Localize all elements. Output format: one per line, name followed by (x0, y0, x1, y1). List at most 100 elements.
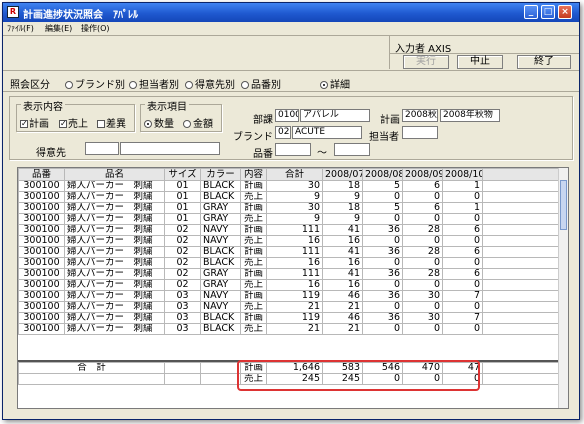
minimize-icon[interactable]: _ (524, 5, 538, 19)
table-cell: 16 (322, 279, 363, 291)
column-header[interactable]: 2008/08 (362, 168, 403, 181)
table-cell: 300100 (18, 235, 65, 247)
radio-customer[interactable]: 得意先別 (185, 76, 235, 91)
maximize-icon[interactable]: □ (541, 5, 555, 19)
column-header[interactable]: サイズ (164, 168, 201, 181)
grid-scrollbar[interactable] (558, 168, 568, 408)
column-header[interactable]: 2008/10 (442, 168, 483, 181)
table-row[interactable]: 300100 婦人パーカー 刺繍 03 BLACK 計画 119 46 36 30 7 (18, 312, 561, 324)
table-cell: 0 (362, 191, 403, 203)
table-cell: BLACK (200, 323, 241, 335)
table-cell: 21 (322, 323, 363, 335)
check-diff[interactable]: 差異 (97, 115, 126, 130)
table-cell: 02 (164, 235, 201, 247)
run-button[interactable]: 実行 (403, 55, 449, 69)
manager-field[interactable] (402, 126, 438, 139)
table-row[interactable]: 300100 婦人パーカー 刺繍 01 GRAY 計画 30 18 5 6 1 (18, 202, 561, 214)
table-row[interactable]: 300100 婦人パーカー 刺繍 01 BLACK 売上 9 9 0 0 0 (18, 191, 561, 203)
table-row[interactable]: 300100 婦人パーカー 刺繍 03 NAVY 売上 21 21 0 0 0 (18, 301, 561, 313)
table-cell-filler (482, 180, 561, 192)
table-row[interactable]: 300100 婦人パーカー 刺繍 02 GRAY 計画 111 41 36 28 6 (18, 268, 561, 280)
table-cell: 計画 (240, 268, 267, 280)
title-bar[interactable]: R 計画進捗状況照会 ｱﾊﾟﾚﾙ _ □ × (3, 3, 579, 22)
filter-bottom-line (3, 91, 579, 92)
table-cell (200, 362, 242, 374)
table-row[interactable]: 300100 婦人パーカー 刺繍 02 NAVY 計画 111 41 36 28 6 (18, 224, 561, 236)
radio-icon (185, 81, 193, 89)
table-row[interactable]: 300100 婦人パーカー 刺繍 01 GRAY 売上 9 9 0 0 0 (18, 213, 561, 225)
radio-icon (129, 81, 137, 89)
table-cell: 婦人パーカー 刺繍 (64, 235, 165, 247)
table-row[interactable]: 300100 婦人パーカー 刺繍 02 NAVY 売上 16 16 0 0 0 (18, 235, 561, 247)
column-header[interactable]: 品名 (64, 168, 165, 181)
table-cell: 0 (362, 323, 403, 335)
scrollbar-thumb[interactable] (560, 180, 567, 230)
table-cell-filler (482, 279, 561, 291)
dept-code-field[interactable]: 0100 (275, 109, 299, 122)
table-row[interactable]: 300100 婦人パーカー 刺繍 02 BLACK 計画 111 41 36 28 6 (18, 246, 561, 258)
column-header[interactable]: 合計 (266, 168, 323, 181)
total-cell: 47 (442, 362, 484, 374)
check-plan[interactable]: ✓計画 (20, 115, 49, 130)
table-cell: 111 (266, 224, 323, 236)
radio-item[interactable]: 品番別 (241, 76, 281, 91)
table-cell: 0 (442, 235, 483, 247)
menu-file[interactable]: ﾌｧｲﾙ(F) (7, 23, 34, 34)
table-row[interactable]: 300100 婦人パーカー 刺繍 02 BLACK 売上 16 16 0 0 0 (18, 257, 561, 269)
table-cell: 婦人パーカー 刺繍 (64, 268, 165, 280)
table-cell: 36 (362, 312, 403, 324)
table-cell: BLACK (200, 312, 241, 324)
check-plan-label: 計画 (29, 119, 49, 130)
table-cell: BLACK (200, 191, 241, 203)
table-row[interactable]: 300100 婦人パーカー 刺繍 03 BLACK 売上 21 21 0 0 0 (18, 323, 561, 335)
table-cell: 36 (362, 268, 403, 280)
check-sales[interactable]: ✓売上 (59, 115, 88, 130)
table-cell: 婦人パーカー 刺繍 (64, 257, 165, 269)
column-header[interactable]: 内容 (240, 168, 267, 181)
radio-detail[interactable]: 詳細 (320, 76, 350, 91)
radio-amount[interactable]: 金額 (183, 115, 213, 130)
window-title: 計画進捗状況照会 ｱﾊﾟﾚﾙ (23, 10, 138, 21)
table-row[interactable]: 300100 婦人パーカー 刺繍 02 GRAY 売上 16 16 0 0 0 (18, 279, 561, 291)
close-icon[interactable]: × (558, 5, 572, 19)
customer-name-field[interactable] (120, 142, 220, 155)
table-cell: 売上 (240, 323, 267, 335)
total-cell: 583 (322, 362, 364, 374)
table-cell: 111 (266, 268, 323, 280)
plan-code-field[interactable]: 2008秋 (402, 109, 438, 122)
dept-name-field: アパレル (300, 109, 370, 122)
menu-edit[interactable]: 編集(E) (45, 23, 72, 34)
table-cell: 18 (322, 180, 363, 192)
table-cell: 119 (266, 312, 323, 324)
brand-code-field[interactable]: 02 (275, 126, 291, 139)
radio-selected-icon (320, 81, 328, 89)
customer-code-field[interactable] (85, 142, 119, 155)
condition-panel: 表示内容 ✓計画 ✓売上 差異 表示項目 数量 金額 得意先 部課 0100 ア… (9, 96, 573, 160)
brand-label: ブランド (233, 132, 273, 143)
column-header[interactable]: 品番 (18, 168, 65, 181)
table-cell: 9 (266, 213, 323, 225)
exit-button[interactable]: 終了 (517, 55, 571, 69)
stop-button[interactable]: 中止 (457, 55, 503, 69)
item-from-field[interactable] (275, 143, 311, 156)
checkbox-checked-icon: ✓ (59, 119, 67, 128)
table-cell: 1 (442, 202, 483, 214)
menu-bar: ﾌｧｲﾙ(F) 編集(E) 操作(O) (3, 22, 579, 36)
column-header[interactable]: カラー (200, 168, 241, 181)
total-row: 合 計 計画 1,646 583 546 470 47 (18, 362, 562, 374)
total-cell: 245 (322, 373, 364, 385)
radio-quantity[interactable]: 数量 (144, 115, 174, 130)
table-cell: 0 (362, 213, 403, 225)
radio-manager[interactable]: 担当者別 (129, 76, 179, 91)
table-cell: 計画 (240, 312, 267, 324)
column-header[interactable]: 2008/09 (402, 168, 443, 181)
item-to-field[interactable] (334, 143, 370, 156)
column-header[interactable]: 2008/07 (322, 168, 363, 181)
menu-operation[interactable]: 操作(O) (81, 23, 110, 34)
result-grid[interactable]: 品番 品名 サイズ カラー 内容 合計 2008/07 2008/08 2008/09 2008/… (17, 167, 569, 409)
table-row[interactable]: 300100 婦人パーカー 刺繍 01 BLACK 計画 30 18 5 6 1 (18, 180, 561, 192)
table-row[interactable]: 300100 婦人パーカー 刺繍 03 NAVY 計画 119 46 36 30 7 (18, 290, 561, 302)
display-item-title: 表示項目 (145, 98, 189, 113)
radio-brand[interactable]: ブランド別 (65, 76, 125, 91)
radio-amount-label: 金額 (193, 119, 213, 130)
